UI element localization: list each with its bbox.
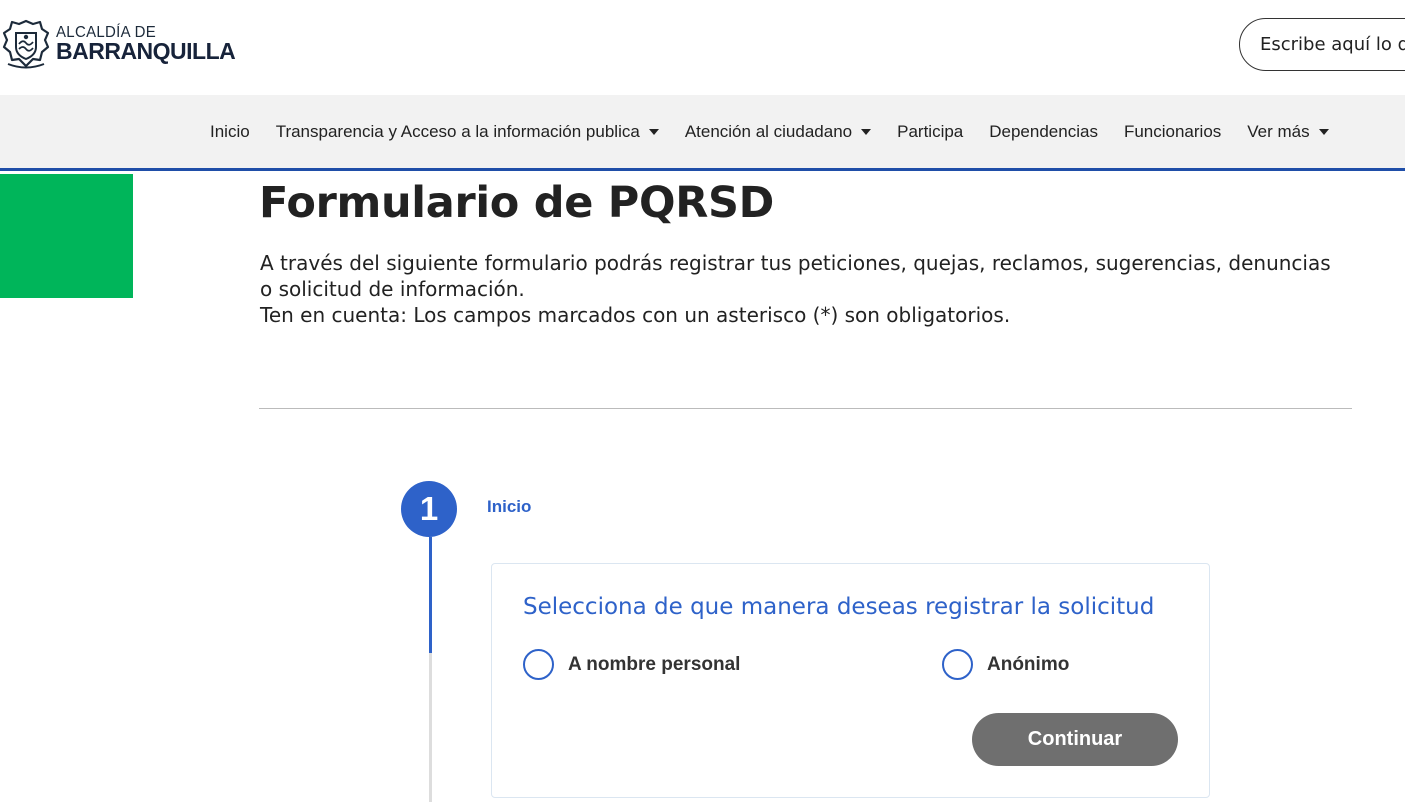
top-header: ALCALDÍA DE BARRANQUILLA [0, 0, 1405, 95]
request-type-card: Selecciona de que manera deseas registra… [491, 563, 1210, 798]
continue-button[interactable]: Continuar [972, 713, 1178, 766]
nav-item-funcionarios[interactable]: Funcionarios [1111, 122, 1234, 142]
logo-line-1: ALCALDÍA DE [56, 23, 157, 42]
nav-item-transparencia[interactable]: Transparencia y Acceso a la información … [263, 122, 672, 142]
section-divider [259, 408, 1352, 409]
search-input[interactable] [1239, 18, 1405, 71]
nav-item-participa[interactable]: Participa [884, 122, 976, 142]
step-number-badge: 1 [401, 481, 457, 537]
site-logo[interactable]: ALCALDÍA DE BARRANQUILLA [2, 18, 236, 70]
nav-item-ver-mas[interactable]: Ver más [1234, 122, 1341, 142]
radio-label-personal: A nombre personal [568, 653, 741, 675]
nav-item-label: Dependencias [989, 121, 1098, 141]
logo-wordmark: ALCALDÍA DE BARRANQUILLA [56, 23, 236, 64]
radio-button-anonymous[interactable] [942, 649, 973, 680]
nav-item-label: Ver más [1247, 121, 1310, 141]
intro-description: A través del siguiente formulario podrás… [260, 251, 1331, 301]
nav-item-atencion-ciudadano[interactable]: Atención al ciudadano [672, 122, 884, 142]
green-accent-block [0, 174, 133, 298]
caret-down-icon [648, 129, 659, 135]
radio-option-personal[interactable]: A nombre personal [523, 649, 740, 680]
nav-item-label: Inicio [210, 121, 250, 141]
logo-line-2: BARRANQUILLA [56, 38, 236, 64]
nav-item-inicio[interactable]: Inicio [197, 122, 263, 142]
nav-item-label: Participa [897, 121, 964, 141]
nav-item-label: Funcionarios [1123, 121, 1222, 141]
main-navbar: Inicio Transparencia y Acceso a la infor… [0, 95, 1405, 171]
page-title: Formulario de PQRSD [259, 178, 775, 228]
nav-item-dependencias[interactable]: Dependencias [976, 122, 1111, 142]
step-progress-line-active [429, 537, 432, 653]
radio-option-anonymous[interactable]: Anónimo [942, 649, 1069, 680]
radio-label-anonymous: Anónimo [987, 653, 1070, 675]
city-shield-icon [2, 19, 50, 69]
radio-button-personal[interactable] [523, 649, 554, 680]
card-title: Selecciona de que manera deseas registra… [523, 594, 1155, 620]
caret-down-icon [861, 129, 872, 135]
intro-required-note: Ten en cuenta: Los campos marcados con u… [260, 303, 1011, 327]
intro-text: A través del siguiente formulario podrás… [260, 250, 1340, 328]
nav-menu: Inicio Transparencia y Acceso a la infor… [197, 95, 1342, 168]
nav-item-label: Transparencia y Acceso a la información … [275, 121, 640, 141]
nav-item-label: Atención al ciudadano [684, 121, 853, 141]
step-progress-line-pending [429, 653, 432, 802]
caret-down-icon [1318, 129, 1329, 135]
step-label: Inicio [487, 497, 532, 516]
